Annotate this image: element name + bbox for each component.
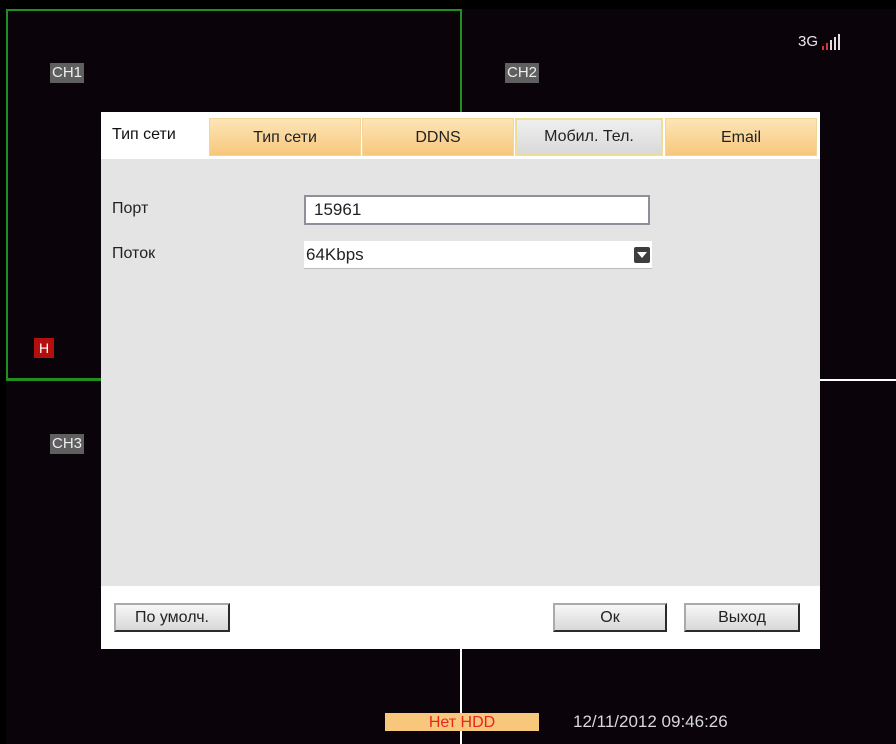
stream-label: Поток bbox=[112, 245, 156, 262]
tab-email[interactable]: Email bbox=[665, 118, 817, 156]
chevron-down-icon[interactable] bbox=[634, 247, 650, 263]
network-settings-dialog: Тип сети Тип сети DDNS Мобил. Тел. Email… bbox=[101, 112, 820, 649]
network-type-label: 3G bbox=[797, 33, 818, 50]
tab-bar: Тип сети Тип сети DDNS Мобил. Тел. Email bbox=[101, 112, 820, 159]
channel-label-1: CH1 bbox=[50, 63, 85, 83]
stream-select[interactable]: 64Kbps bbox=[304, 241, 652, 269]
exit-button[interactable]: Выход bbox=[684, 603, 800, 632]
tab-ddns[interactable]: DDNS bbox=[362, 118, 514, 156]
port-label: Порт bbox=[112, 200, 149, 217]
signal-indicator: 3G bbox=[798, 33, 840, 50]
dialog-footer: По умолч. Ок Выход bbox=[101, 586, 820, 649]
ok-button[interactable]: Ок bbox=[553, 603, 667, 632]
signal-strength-icon bbox=[822, 34, 840, 50]
port-input[interactable]: 15961 bbox=[304, 195, 650, 225]
tab-network-type[interactable]: Тип сети bbox=[209, 118, 361, 156]
stream-select-value: 64Kbps bbox=[306, 245, 364, 264]
channel-label-3: CH3 bbox=[50, 434, 85, 454]
default-button[interactable]: По умолч. bbox=[114, 603, 230, 632]
datetime-display: 12/11/2012 09:46:26 bbox=[573, 712, 728, 731]
channel-label-2: CH2 bbox=[505, 63, 540, 83]
channel-divider bbox=[820, 379, 896, 381]
tab-mobile-phone[interactable]: Мобил. Тел. bbox=[515, 118, 663, 156]
hdd-status-badge: Нет HDD bbox=[385, 713, 539, 731]
recording-badge: H bbox=[34, 338, 54, 358]
channel-divider bbox=[6, 379, 102, 381]
dialog-title: Тип сети bbox=[112, 126, 176, 143]
